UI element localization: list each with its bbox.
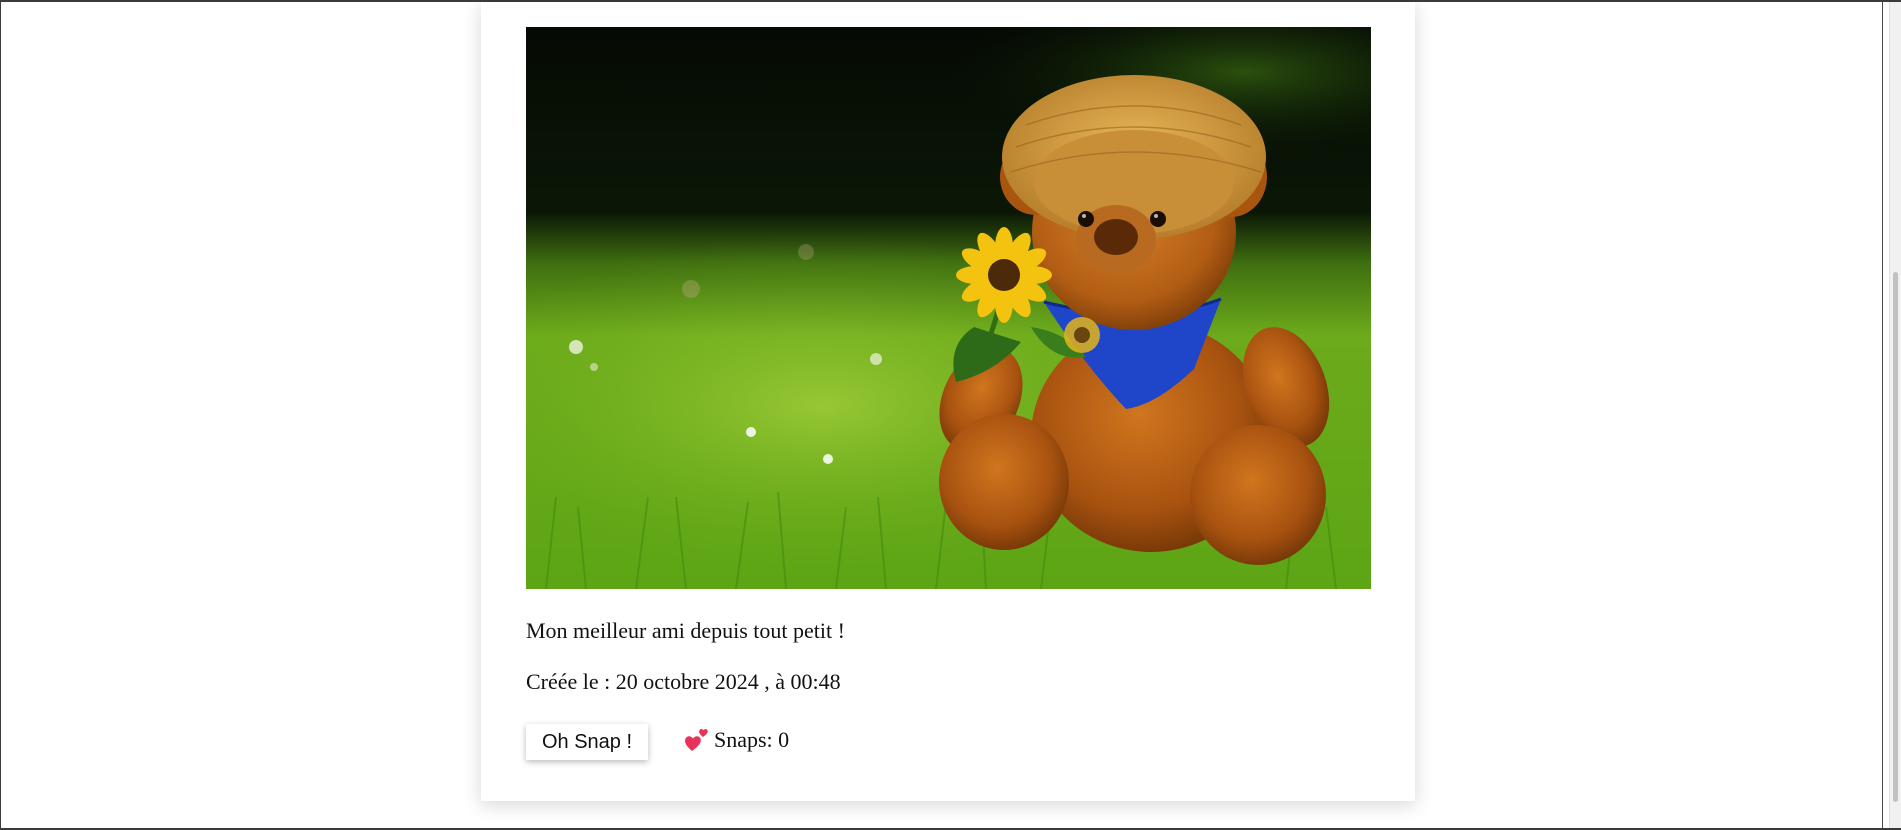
two-hearts-icon <box>685 729 708 751</box>
browser-viewport: Mon meilleur ami depuis tout petit ! Cré… <box>0 0 1901 830</box>
snap-image <box>526 27 1371 589</box>
oh-snap-button[interactable]: Oh Snap ! <box>526 724 648 760</box>
face-snap-card: Mon meilleur ami depuis tout petit ! Cré… <box>481 2 1415 801</box>
page-scrollbar[interactable] <box>1889 2 1901 828</box>
snaps-counter: Snaps: 0 <box>683 726 789 754</box>
snap-created-date: Créée le : 20 octobre 2024 , à 00:48 <box>526 669 841 694</box>
snap-description: Mon meilleur ami depuis tout petit ! <box>526 618 845 643</box>
scrollbar-thumb[interactable] <box>1893 272 1898 802</box>
snaps-count-label: Snaps: 0 <box>714 727 790 752</box>
